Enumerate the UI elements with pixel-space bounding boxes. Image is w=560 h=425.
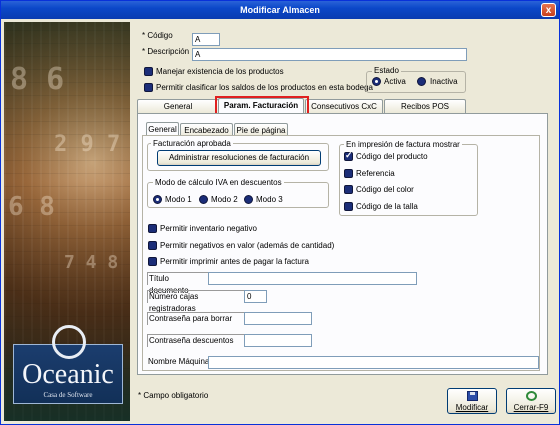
- permitir-clasificar-label: Permitir clasificar los saldos de los pr…: [156, 83, 373, 92]
- estado-legend: Estado: [372, 66, 401, 75]
- tab-consecutivos-cxc[interactable]: Consecutivos CxC: [305, 99, 383, 113]
- imprimir-antes-pagar-checkbox[interactable]: [148, 257, 157, 266]
- close-button[interactable]: x: [541, 3, 556, 17]
- modo-3-label: Modo 3: [256, 195, 283, 204]
- numero-cajas-label: Número cajas registradoras: [147, 290, 244, 313]
- window: Modificar Almacen x 8 6 2 9 7 6 8 7 4 8 …: [0, 0, 560, 425]
- modo-1-radio[interactable]: [153, 195, 162, 204]
- banner-decoration-number: 8 6: [10, 62, 65, 97]
- descripcion-label: * Descripción: [142, 47, 190, 56]
- logo-name: Oceanic: [22, 359, 114, 390]
- codigo-input[interactable]: A: [192, 33, 220, 46]
- numero-cajas-input[interactable]: 0: [244, 290, 267, 303]
- exit-icon: [526, 391, 537, 401]
- manejar-existencia-label: Manejar existencia de los productos: [156, 67, 284, 76]
- tab-general[interactable]: General: [137, 99, 219, 113]
- banner-decoration-number: 2 9 7: [54, 132, 121, 157]
- cerrar-button[interactable]: Cerrar-F9: [506, 388, 556, 414]
- tab-recibos-pos[interactable]: Recibos POS: [384, 99, 466, 113]
- modo-3-radio[interactable]: [244, 195, 253, 204]
- oceanic-logo: Oceanic Casa de Software: [13, 325, 123, 404]
- pwd-borrar-input[interactable]: [244, 312, 312, 325]
- referencia-label: Referencia: [356, 169, 395, 178]
- modificar-button[interactable]: Modificar: [447, 388, 497, 414]
- estado-activa-radio[interactable]: [372, 77, 381, 86]
- inventario-negativo-checkbox[interactable]: [148, 224, 157, 233]
- impresion-factura-legend: En impresión de factura mostrar: [344, 140, 462, 149]
- codigo-color-checkbox[interactable]: [344, 185, 353, 194]
- pwd-borrar-label: Contraseña para borrar: [147, 312, 244, 325]
- facturacion-aprobada-legend: Facturación aprobada: [151, 139, 233, 148]
- sidebar-banner-image: 8 6 2 9 7 6 8 7 4 8 Oceanic Casa de Soft…: [4, 22, 130, 421]
- codigo-talla-label: Código de la talla: [356, 202, 418, 211]
- title-bar: Modificar Almacen x: [1, 1, 559, 19]
- estado-inactiva-label: Inactiva: [430, 77, 458, 86]
- titulo-documento-label: Título documento: [147, 272, 208, 295]
- banner-decoration-number: 7 4 8: [64, 252, 119, 273]
- manejar-existencia-checkbox[interactable]: [144, 67, 153, 76]
- titulo-documento-input[interactable]: [208, 272, 417, 285]
- modo-iva-legend: Modo de cálculo IVA en descuentos: [153, 178, 284, 187]
- banner-decoration-number: 6 8: [8, 192, 55, 222]
- nombre-maquina-input[interactable]: [208, 356, 539, 369]
- nombre-maquina-label: Nombre Máquina: [148, 357, 210, 366]
- administrar-resoluciones-button[interactable]: Administrar resoluciones de facturación: [157, 150, 321, 166]
- modo-2-radio[interactable]: [199, 195, 208, 204]
- window-title: Modificar Almacen: [240, 5, 320, 15]
- negativos-valor-label: Permitir negativos en valor (además de c…: [160, 241, 335, 250]
- modificar-label: Modificar: [455, 403, 489, 412]
- required-field-note: * Campo obligatorio: [138, 391, 209, 400]
- cerrar-label: Cerrar-F9: [513, 403, 549, 412]
- negativos-valor-checkbox[interactable]: [148, 241, 157, 250]
- pwd-descuentos-input[interactable]: [244, 334, 312, 347]
- imprimir-antes-pagar-label: Permitir imprimir antes de pagar la fact…: [160, 257, 309, 266]
- descripcion-input[interactable]: A: [192, 48, 467, 61]
- referencia-checkbox[interactable]: [344, 169, 353, 178]
- codigo-color-label: Código del color: [356, 185, 414, 194]
- floppy-icon: [467, 391, 478, 401]
- modo-1-label: Modo 1: [165, 195, 192, 204]
- estado-inactiva-radio[interactable]: [417, 77, 426, 86]
- modo-2-label: Modo 2: [211, 195, 238, 204]
- codigo-talla-checkbox[interactable]: [344, 202, 353, 211]
- logo-circle-icon: [52, 325, 86, 359]
- codigo-label: * Código: [142, 31, 173, 40]
- codigo-producto-label: Código del producto: [356, 152, 428, 161]
- estado-activa-label: Activa: [384, 77, 406, 86]
- logo-subtitle: Casa de Software: [43, 391, 93, 399]
- permitir-clasificar-checkbox[interactable]: [144, 83, 153, 92]
- inventario-negativo-label: Permitir inventario negativo: [160, 224, 257, 233]
- pwd-descuentos-label: Contraseña descuentos: [147, 334, 244, 347]
- codigo-producto-checkbox[interactable]: [344, 150, 353, 161]
